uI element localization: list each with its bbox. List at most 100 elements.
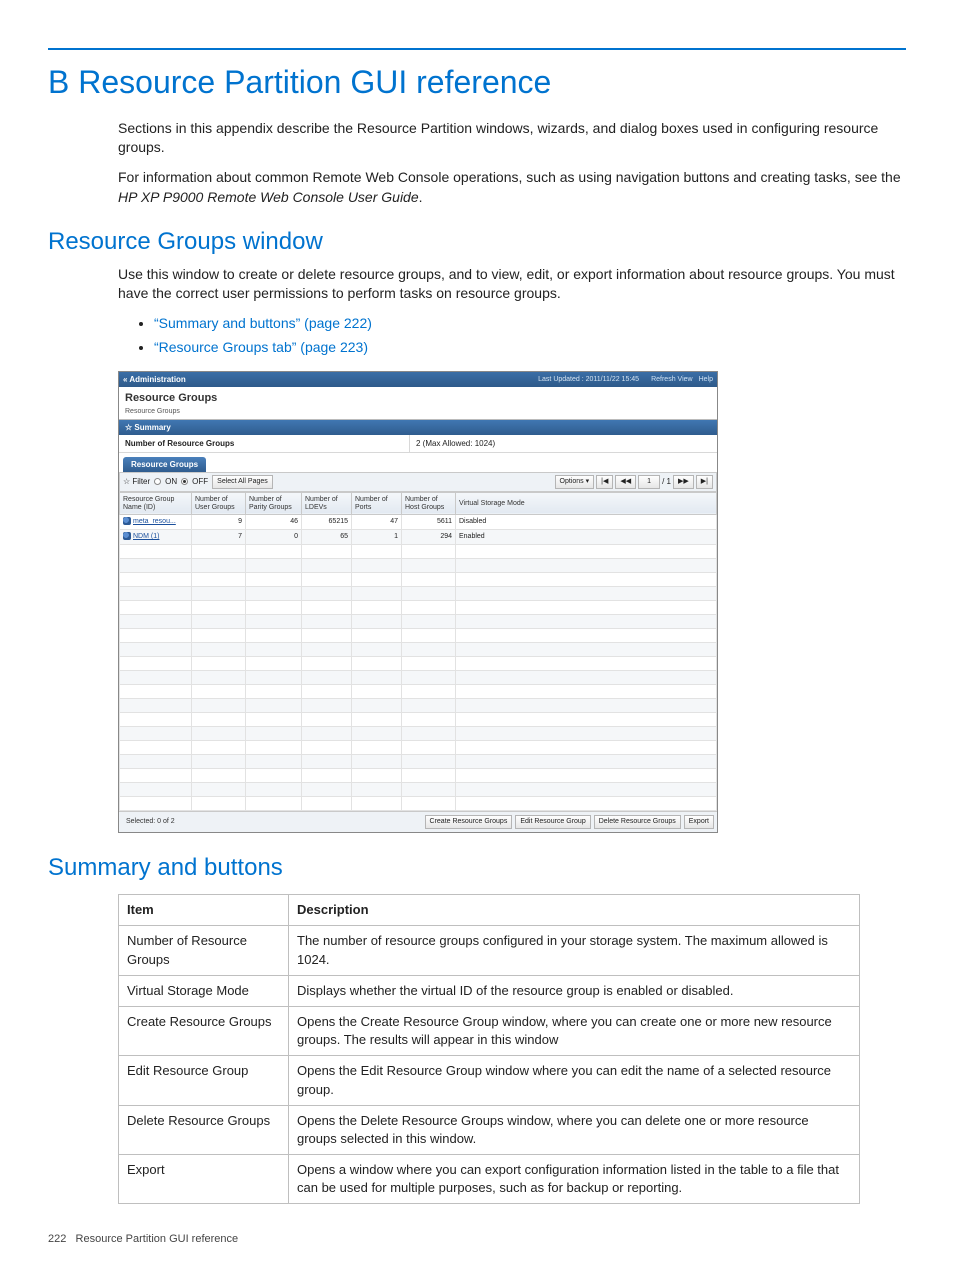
refresh-view-link[interactable]: Refresh View [651,375,693,385]
cell-host-groups: 5611 [402,515,456,530]
help-link[interactable]: Help [699,375,713,385]
edit-resource-group-button[interactable]: Edit Resource Group [515,815,590,829]
cell-ldevs: 65215 [302,515,352,530]
desc-text: Opens the Delete Resource Groups window,… [289,1105,860,1154]
link-resource-groups-tab[interactable]: “Resource Groups tab” (page 223) [154,338,906,358]
appendix-title: B Resource Partition GUI reference [48,60,906,105]
link-summary-and-buttons[interactable]: “Summary and buttons” (page 222) [154,314,906,334]
table-row-empty [120,754,717,768]
desc-item: Edit Resource Group [119,1056,289,1105]
tab-resource-groups[interactable]: Resource Groups [123,457,206,472]
table-row-empty [120,558,717,572]
cell-parity-groups: 0 [246,530,302,545]
options-button[interactable]: Options ▾ [555,475,595,489]
cell-vsm: Disabled [456,515,717,530]
desc-item: Create Resource Groups [119,1006,289,1055]
prev-page-button[interactable]: ◀◀ [615,475,636,489]
summary-section-header[interactable]: ☆ Summary [119,419,717,435]
table-header-row: Resource Group Name (ID) Number of User … [120,492,717,514]
filter-on-radio[interactable] [154,478,161,485]
export-button[interactable]: Export [684,815,714,829]
panel-title: Resource Groups [125,391,711,406]
last-updated-text: Last Updated : 2011/11/22 15:45 [538,375,639,385]
admin-back-link[interactable]: « Administration [123,374,538,385]
resource-groups-screenshot: « Administration Last Updated : 2011/11/… [118,371,718,833]
table-row[interactable]: NDM (1)70651294Enabled [120,530,717,545]
desc-row: Create Resource GroupsOpens the Create R… [119,1006,860,1055]
resource-group-icon [123,517,131,525]
grid-footer: Selected: 0 of 2 Create Resource Groups … [119,811,717,832]
col-user-groups[interactable]: Number of User Groups [192,492,246,514]
intro2-pretext: For information about common Remote Web … [118,169,901,185]
desc-row: Virtual Storage ModeDisplays whether the… [119,975,860,1006]
table-row-empty [120,796,717,810]
cell-parity-groups: 46 [246,515,302,530]
next-page-button[interactable]: ▶▶ [673,475,694,489]
filter-off-label: OFF [192,476,208,487]
desc-header-item: Item [119,895,289,926]
col-ldevs[interactable]: Number of LDEVs [302,492,352,514]
table-row-empty [120,586,717,600]
desc-text: Opens a window where you can export conf… [289,1155,860,1204]
selected-count: Selected: 0 of 2 [122,817,422,827]
table-row-empty [120,670,717,684]
table-row-empty [120,684,717,698]
grid-toolbar: ☆ Filter ON OFF Select All Pages Options… [119,472,717,492]
last-page-button[interactable]: ▶| [696,475,713,489]
col-parity-groups[interactable]: Number of Parity Groups [246,492,302,514]
table-row-empty [120,726,717,740]
guide-reference: HP XP P9000 Remote Web Console User Guid… [118,189,419,205]
desc-item: Virtual Storage Mode [119,975,289,1006]
table-row-empty [120,544,717,558]
page-input[interactable]: 1 [638,475,660,489]
filter-off-radio[interactable] [181,478,188,485]
table-row-empty [120,642,717,656]
desc-row: Delete Resource GroupsOpens the Delete R… [119,1105,860,1154]
intro-paragraph-1: Sections in this appendix describe the R… [118,119,906,158]
cell-user-groups: 7 [192,530,246,545]
filter-on-label: ON [165,476,177,487]
summary-row: Number of Resource Groups 2 (Max Allowed… [119,435,717,453]
first-page-button[interactable]: |◀ [596,475,613,489]
section-resource-groups-window: Resource Groups window [48,225,906,259]
create-resource-groups-button[interactable]: Create Resource Groups [425,815,513,829]
col-vsm[interactable]: Virtual Storage Mode [456,492,717,514]
table-row-empty [120,572,717,586]
desc-text: The number of resource groups configured… [289,926,860,975]
top-rule [48,48,906,50]
col-name[interactable]: Resource Group Name (ID) [120,492,192,514]
table-row-empty [120,656,717,670]
intro2-posttext: . [419,189,423,205]
table-row-empty [120,712,717,726]
cell-name[interactable]: meta_resou... [120,515,192,530]
section-summary-and-buttons: Summary and buttons [48,851,906,885]
desc-text: Opens the Edit Resource Group window whe… [289,1056,860,1105]
breadcrumb: Resource Groups [125,407,711,417]
summary-label: Number of Resource Groups [119,435,409,452]
page-footer-text: Resource Partition GUI reference [76,1233,239,1245]
delete-resource-groups-button[interactable]: Delete Resource Groups [594,815,681,829]
table-row-empty [120,614,717,628]
page-footer: 222 Resource Partition GUI reference [48,1232,906,1247]
col-ports[interactable]: Number of Ports [352,492,402,514]
cell-ports: 47 [352,515,402,530]
table-row-empty [120,782,717,796]
cell-name[interactable]: NDM (1) [120,530,192,545]
resource-groups-table: Resource Group Name (ID) Number of User … [119,492,717,811]
table-row-empty [120,698,717,712]
page-total: / 1 [662,476,671,487]
link-list: “Summary and buttons” (page 222) “Resour… [154,314,906,357]
cell-host-groups: 294 [402,530,456,545]
table-row-empty [120,740,717,754]
col-host-groups[interactable]: Number of Host Groups [402,492,456,514]
window-titlebar: « Administration Last Updated : 2011/11/… [119,372,717,387]
filter-toggle[interactable]: ☆ Filter [123,476,150,487]
table-row-empty [120,768,717,782]
desc-row: Number of Resource GroupsThe number of r… [119,926,860,975]
page-number: 222 [48,1233,66,1245]
table-row[interactable]: meta_resou...94665215475611Disabled [120,515,717,530]
select-all-pages-button[interactable]: Select All Pages [212,475,273,489]
window-intro: Use this window to create or delete reso… [118,265,906,304]
cell-vsm: Enabled [456,530,717,545]
desc-item: Number of Resource Groups [119,926,289,975]
